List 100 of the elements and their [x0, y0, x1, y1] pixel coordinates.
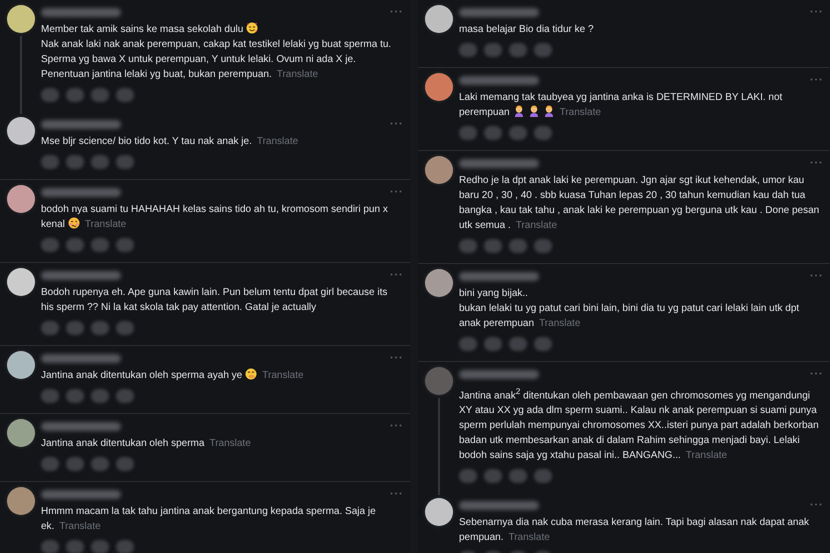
blurred-icon[interactable]	[91, 238, 109, 252]
blurred-icon[interactable]	[534, 469, 552, 484]
blurred-icon[interactable]	[484, 239, 502, 253]
blurred-icon[interactable]	[459, 469, 477, 484]
translate-link[interactable]: Translate	[516, 220, 558, 231]
more-icon[interactable]	[810, 161, 822, 164]
more-icon[interactable]	[390, 492, 402, 495]
avatar[interactable]	[425, 73, 453, 101]
avatar[interactable]	[7, 419, 35, 447]
comment-text: Redho je la dpt anak laki ke perempuan. Jgn ajar sgt ikut kehendak, umor kau baru 20 , 30 , 40 . sbb kuasa Tuhan lepas 20 , 30 tahun kemudian kau dah tua bangka , kau tak tahu , anak laki ke perempuan yg berguna utk kau . Done pesan utk semua . Translate	[459, 174, 820, 233]
blurred-icon[interactable]	[41, 321, 59, 335]
translate-link[interactable]: Translate	[59, 521, 101, 532]
blurred-icon[interactable]	[41, 457, 59, 471]
blurred-icon[interactable]	[116, 238, 134, 252]
more-icon[interactable]	[810, 503, 822, 506]
blurred-icon[interactable]	[116, 321, 134, 335]
translate-link[interactable]: Translate	[209, 438, 251, 449]
blurred-icon[interactable]	[41, 238, 59, 252]
avatar[interactable]	[7, 487, 35, 515]
blurred-icon[interactable]	[41, 389, 59, 403]
blurred-icon[interactable]	[534, 43, 552, 57]
avatar[interactable]	[7, 185, 35, 213]
more-icon[interactable]	[390, 122, 402, 125]
blurred-icon[interactable]	[509, 43, 527, 57]
comment-text: Mse bljr science/ bio tido kot. Y tau nak anak je. Translate	[41, 135, 300, 149]
blurred-icon[interactable]	[66, 389, 84, 403]
comment-text: masa belajar Bio dia tidur ke ?	[459, 23, 595, 37]
blurred-icon[interactable]	[116, 457, 134, 471]
avatar[interactable]	[7, 268, 35, 296]
comment-text: Jantina anak ditentukan oleh sperma Translate	[41, 437, 252, 451]
more-icon[interactable]	[390, 356, 402, 359]
blurred-icon[interactable]	[116, 389, 134, 403]
comment-text: Member tak amik sains ke masa sekolah dulu Nak anak laki nak anak perempuan, cakap kat testikel lelaki yg buat sperma tu. Sperma yg bawa X untuk perempuan, Y untuk lelaki. Ovum ni ada X je. Penentuan jantina lelaki yg buat, bukan perempuan. Translate	[41, 22, 392, 82]
translate-link[interactable]: Translate	[508, 532, 550, 544]
comment-text: Hmmm macam la tak tahu jantina anak bergantung kepada sperma. Saja je ek. Translate	[41, 505, 377, 534]
comment-text: Bodoh rupenya eh. Ape guna kawin lain. Pun belum tentu dpat girl because its his sperm ?? Ni la kat skola tak pay attention. Gatal je actually	[41, 286, 388, 315]
translate-link[interactable]: Translate	[262, 370, 304, 381]
blurred-icon[interactable]	[66, 321, 84, 335]
blurred-icon[interactable]	[66, 238, 84, 252]
avatar[interactable]	[7, 117, 35, 145]
more-icon[interactable]	[390, 273, 402, 276]
translate-link[interactable]: Translate	[560, 107, 601, 118]
avatar[interactable]	[425, 498, 453, 526]
avatar[interactable]	[7, 5, 35, 33]
blurred-icon[interactable]	[509, 239, 527, 253]
more-icon[interactable]	[810, 10, 822, 13]
avatar[interactable]	[425, 156, 453, 184]
more-icon[interactable]	[810, 274, 822, 277]
blurred-icon[interactable]	[459, 126, 477, 140]
blurred-icon[interactable]	[509, 469, 527, 484]
blurred-icon[interactable]	[66, 540, 84, 553]
more-icon[interactable]	[390, 10, 402, 13]
avatar[interactable]	[425, 5, 453, 33]
blurred-icon[interactable]	[41, 155, 59, 169]
blurred-icon[interactable]	[484, 43, 502, 57]
translate-link[interactable]: Translate	[539, 318, 580, 329]
translate-link[interactable]: Translate	[84, 219, 126, 230]
blurred-icon[interactable]	[66, 88, 84, 102]
blurred-icon[interactable]	[459, 337, 477, 351]
blurred-icon[interactable]	[534, 239, 552, 253]
avatar[interactable]	[425, 269, 453, 297]
more-icon[interactable]	[810, 372, 822, 375]
comment-text: Jantina anak ditentukan oleh sperma ayah ye Translate	[41, 368, 305, 383]
emoji-icon	[542, 105, 555, 117]
emoji-icon	[512, 105, 525, 117]
more-icon[interactable]	[810, 78, 822, 81]
blurred-icon[interactable]	[459, 239, 477, 253]
blurred-icon[interactable]	[91, 540, 109, 553]
emoji-icon	[245, 368, 258, 380]
blurred-icon[interactable]	[41, 88, 59, 102]
blurred-icon[interactable]	[509, 126, 527, 140]
blurred-icon[interactable]	[91, 155, 109, 169]
translate-link[interactable]: Translate	[256, 136, 298, 147]
blurred-icon[interactable]	[509, 337, 527, 351]
more-icon[interactable]	[390, 190, 402, 193]
blurred-icon[interactable]	[41, 540, 59, 553]
blurred-icon[interactable]	[66, 155, 84, 169]
comment-text: Sebenarnya dia nak cuba merasa kerang lain. Tapi bagi alasan nak dapat anak pempuan. Translate	[459, 516, 810, 546]
emoji-icon	[68, 217, 80, 229]
blurred-icon[interactable]	[116, 88, 134, 102]
blurred-icon[interactable]	[66, 457, 84, 471]
translate-link[interactable]: Translate	[276, 69, 318, 80]
blurred-icon[interactable]	[91, 457, 109, 471]
blurred-icon[interactable]	[91, 88, 109, 102]
blurred-icon[interactable]	[459, 43, 477, 57]
blurred-icon[interactable]	[116, 155, 134, 169]
blurred-icon[interactable]	[484, 126, 502, 140]
blurred-icon[interactable]	[534, 126, 552, 140]
more-icon[interactable]	[390, 424, 402, 427]
blurred-icon[interactable]	[484, 337, 502, 351]
translate-link[interactable]: Translate	[686, 450, 728, 462]
blurred-icon[interactable]	[91, 321, 109, 335]
avatar[interactable]	[7, 351, 35, 379]
blurred-icon[interactable]	[116, 540, 134, 553]
comment-text: Jantina anak$^{2}$ ditentukan oleh pembawaan gen chromosomes yg mengandungi XY atau XX yg ada dlm sperm suami.. Kalau nk anak perempuan si suami punya sperm perlulah mempunyai chromosomes XX..isteri punya part adalah berkorban badan utk membesarkan anak di dalam Rahim sehingga menjadi bayi. Lelaki bodoh sains saja yg xtahu pasal ini.. BANGANG... Translate	[459, 385, 820, 464]
blurred-icon[interactable]	[484, 469, 502, 484]
blurred-icon[interactable]	[534, 337, 552, 351]
blurred-icon[interactable]	[91, 389, 109, 403]
emoji-icon	[246, 22, 258, 34]
emoji-icon	[528, 105, 540, 117]
